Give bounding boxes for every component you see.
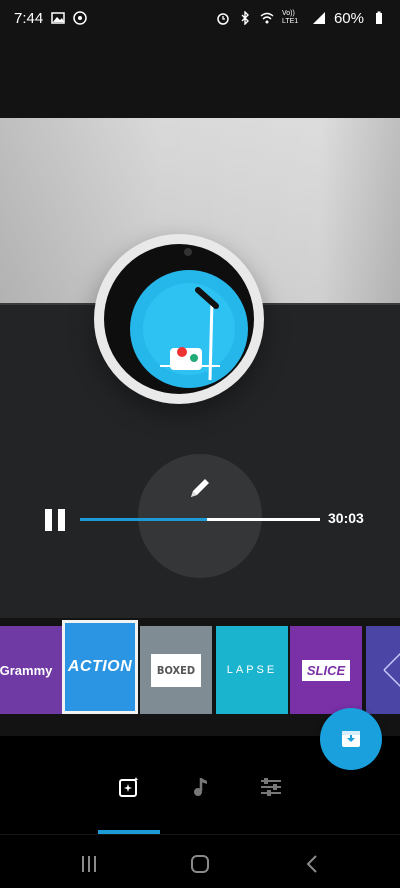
- theme-label: BOXED: [150, 653, 202, 687]
- status-right: Vo)) LTE1 60%: [216, 10, 386, 27]
- seek-progress: [80, 518, 208, 521]
- status-bar: 7:44 Vo)) LTE1 60%: [0, 0, 400, 36]
- theme-diamond-icon: [383, 652, 400, 688]
- status-left: 7:44: [14, 10, 87, 27]
- duration-label: 30:03: [328, 510, 364, 526]
- battery-percent: 60%: [333, 9, 364, 27]
- theme-slice[interactable]: SLICE: [290, 626, 362, 714]
- home-icon: [191, 855, 209, 873]
- recents-button[interactable]: [74, 849, 104, 879]
- save-icon: [342, 731, 360, 747]
- theme-action[interactable]: ACTION: [62, 620, 138, 714]
- theme-grammy[interactable]: Grammy: [0, 626, 62, 714]
- recents-icon: [82, 856, 96, 872]
- tab-adjust[interactable]: [256, 772, 286, 802]
- signal-icon: [312, 12, 325, 24]
- wifi-icon: [260, 12, 274, 24]
- themes-icon: [119, 777, 139, 797]
- system-nav-bar: [0, 834, 400, 888]
- camera-dot: [184, 248, 192, 256]
- theme-lapse[interactable]: LAPSE: [216, 626, 288, 714]
- theme-label: Grammy: [0, 662, 53, 678]
- bluetooth-icon: [241, 11, 249, 25]
- status-time: 7:44: [14, 9, 44, 27]
- adjust-icon: [261, 778, 281, 796]
- network-label: Vo)) LTE1: [281, 10, 299, 25]
- theme-strip[interactable]: Grammy ACTION BOXED LAPSE SLICE: [0, 620, 400, 720]
- theme-label: SLICE: [301, 659, 351, 681]
- home-button[interactable]: [185, 849, 215, 879]
- tab-themes[interactable]: [114, 772, 144, 802]
- alarm-icon: [217, 13, 229, 25]
- pause-button[interactable]: [38, 506, 72, 540]
- tab-music[interactable]: [186, 772, 216, 802]
- echo-spot-device: [94, 234, 264, 404]
- device-bezel: [104, 244, 254, 394]
- gallery-icon: [51, 12, 65, 24]
- theme-boxed[interactable]: BOXED: [140, 626, 212, 714]
- device-screen: [130, 270, 248, 388]
- microphone-illustration: [143, 283, 235, 381]
- seek-bar[interactable]: [80, 518, 320, 521]
- video-preview[interactable]: 30:03: [0, 118, 400, 618]
- back-button[interactable]: [298, 849, 328, 879]
- music-icon: [194, 778, 207, 796]
- save-video-button[interactable]: [320, 708, 382, 770]
- playback-controls: 30:03: [0, 506, 400, 546]
- music-app-icon: [73, 11, 87, 25]
- theme-next[interactable]: [366, 626, 400, 714]
- theme-label: LAPSE: [226, 664, 278, 676]
- back-icon: [306, 855, 317, 873]
- theme-label: ACTION: [67, 658, 133, 675]
- pencil-icon: [191, 479, 209, 497]
- battery-icon: [376, 11, 382, 24]
